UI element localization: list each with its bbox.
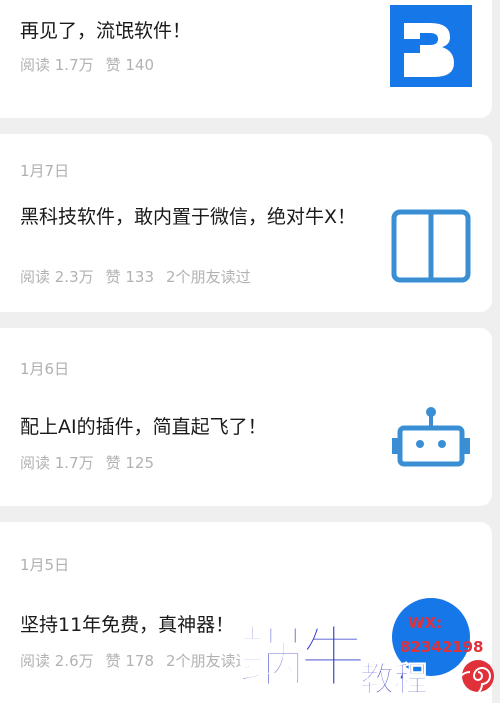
like-count: 赞 178 — [105, 652, 155, 670]
article-title[interactable]: 再见了，流氓软件！ — [20, 16, 375, 47]
article-meta: 阅读 1.7万赞 140 — [20, 54, 166, 75]
read-count: 阅读 2.6万 — [20, 652, 94, 670]
article-meta: 阅读 2.6万赞 178 2个朋友读过 — [20, 650, 263, 671]
blue-circle-icon[interactable] — [390, 596, 472, 678]
article-title[interactable]: 配上AI的插件，简直起飞了！ — [20, 412, 375, 443]
read-count: 阅读 2.3万 — [20, 268, 94, 286]
article-meta: 阅读 1.7万赞 125 — [20, 452, 166, 473]
article-date: 1月6日 — [20, 360, 70, 378]
article-card[interactable]: 1月7日 黑科技软件，敢内置于微信，绝对牛X！ 阅读 2.3万赞 133 2个朋友… — [0, 134, 492, 312]
like-count: 赞 125 — [105, 454, 155, 472]
friends-read: 2个朋友读过 — [166, 268, 251, 286]
robot-icon[interactable] — [390, 406, 472, 488]
article-card[interactable]: 1月5日 坚持11年免费，真神器！ 阅读 2.6万赞 178 2个朋友读过 — [0, 522, 492, 703]
friends-read: 2个朋友读过 — [166, 652, 251, 670]
blue-k-logo-icon[interactable] — [390, 5, 472, 87]
like-count: 赞 140 — [105, 56, 155, 74]
article-card[interactable]: 1月6日 配上AI的插件，简直起飞了！ 阅读 1.7万赞 125 — [0, 328, 492, 506]
article-title[interactable]: 坚持11年免费，真神器！ — [20, 610, 375, 641]
like-count: 赞 133 — [105, 268, 155, 286]
book-icon[interactable] — [390, 206, 472, 288]
article-card[interactable]: 再见了，流氓软件！ 阅读 1.7万赞 140 — [0, 0, 492, 118]
article-date: 1月7日 — [20, 162, 70, 180]
article-date: 1月5日 — [20, 556, 70, 574]
article-title[interactable]: 黑科技软件，敢内置于微信，绝对牛X！ — [20, 202, 375, 233]
read-count: 阅读 1.7万 — [20, 454, 94, 472]
read-count: 阅读 1.7万 — [20, 56, 94, 74]
article-feed: 再见了，流氓软件！ 阅读 1.7万赞 140 1月7日 黑科技软件，敢内置于微信… — [0, 0, 500, 703]
article-meta: 阅读 2.3万赞 133 2个朋友读过 — [20, 266, 263, 287]
